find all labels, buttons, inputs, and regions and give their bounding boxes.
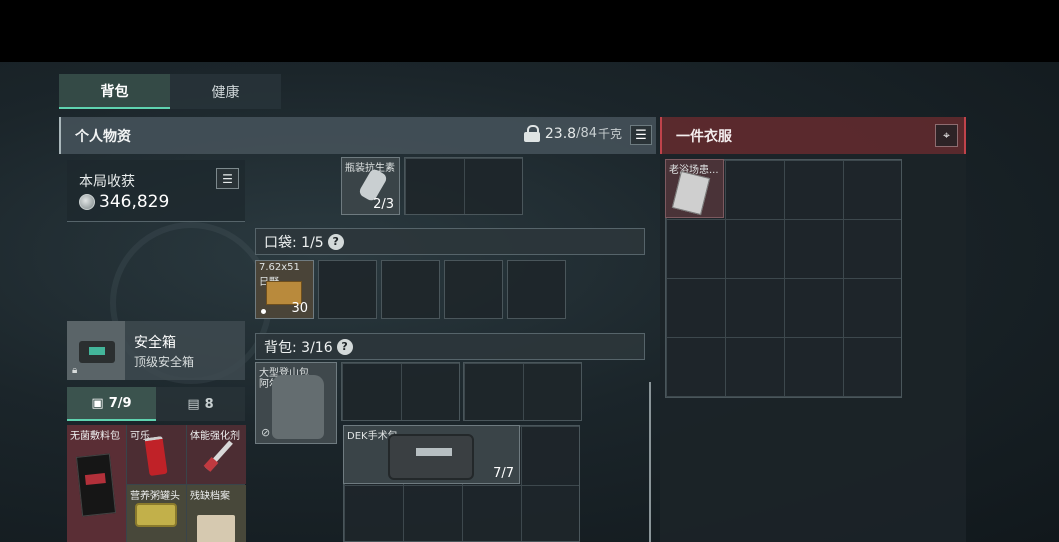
backpack-slots [463,362,582,421]
tab-safe-medkit[interactable]: ▣ 7/9 [67,387,156,421]
currency-coin-icon [79,194,95,210]
safe-tab-count: 7/9 [108,395,132,411]
pocket-ammo-item[interactable]: 7.62x51 日野 30 [255,260,314,319]
safe-box[interactable]: 🔒︎ 安全箱 顶级安全箱 [67,321,245,380]
surgical-kit-item[interactable]: DEK手术包 7/7 [343,425,520,484]
dressing-pack-icon [75,453,117,517]
folder-icon [197,515,235,542]
pocket-slot[interactable] [381,260,440,319]
safe-item-damaged-file[interactable]: 残缺档案 [187,485,246,542]
backpack-label: 背包: 3/16 [264,339,333,356]
item-label: 无菌敷料包 [70,431,120,442]
backpack-slots [341,362,460,421]
clothing-item-icon [671,170,711,216]
location-pin-icon: ⌖ [943,128,950,142]
item-label: 营养粥罐头 [130,491,180,502]
clothing-header: 一件衣服 ⌖ [660,117,966,154]
weight-lock-icon [523,125,540,142]
weight-max: /84 [576,126,597,141]
tin-can-icon [135,503,177,527]
backpack-section-header: 背包: 3/16 ? [255,333,645,360]
safe-item-sterile-dressing[interactable]: 无菌敷料包 [67,425,126,542]
safe-lock-icon: 🔒︎ [72,365,78,376]
item-label: 体能强化剂 [190,431,240,442]
tab-health[interactable]: 健康 [170,74,281,109]
no-entry-icon: ⊘ [261,426,271,439]
pocket-slot[interactable] [444,260,503,319]
document-icon: ▤ [187,396,200,412]
inventory-scrollbar[interactable] [649,382,651,542]
empty-slots [404,157,523,215]
item-label: 残缺档案 [190,491,230,502]
pocket-slot[interactable] [318,260,377,319]
weight-indicator: 23.8/84 千克 [523,125,622,142]
haul-value-row: 346,829 [79,192,169,212]
safe-item-cola[interactable]: 可乐 [127,425,186,484]
location-pin-button[interactable]: ⌖ [935,124,958,147]
medkit-icon: ▣ [91,395,104,411]
tab-backpack[interactable]: 背包 [59,74,170,109]
safe-item-stimulant[interactable]: 体能强化剂 [187,425,246,484]
pocket-label: 口袋: 1/5 [264,234,324,251]
safe-box-tier: 顶级安全箱 [134,355,195,369]
safe-box-name: 安全箱 [134,335,176,351]
tab-safe-documents[interactable]: ▤ 8 [156,387,245,421]
item-count: 7/7 [493,466,514,481]
clothing-title: 一件衣服 [676,128,732,145]
cola-can-icon [144,435,168,477]
weight-current: 23.8 [544,125,577,142]
personal-items-header: 个人物资 23.8/84 千克 ☰ [59,117,656,154]
weight-unit: 千克 [597,127,622,141]
surgical-kit-icon [388,434,474,480]
main-tabs: 背包 健康 [59,74,281,109]
clothing-item[interactable]: 老浴场患... [665,159,724,218]
pocket-slot[interactable] [507,260,566,319]
session-haul-panel: 本局收获 346,829 ☰ [67,160,245,222]
item-count: 30 [291,301,308,316]
safe-tabs: ▣ 7/9 ▤ 8 [67,387,245,421]
safe-item-porridge-can[interactable]: 营养粥罐头 [127,485,186,542]
syringe-icon [205,440,233,471]
safe-tab-count: 8 [204,396,214,412]
safe-items-grid: 无菌敷料包 可乐 体能强化剂 营养粥罐头 残缺档案 [67,425,246,542]
antibiotic-item[interactable]: 瓶装抗生素 2/3 [341,157,400,215]
safe-box-image: 🔒︎ [67,321,125,380]
help-icon[interactable]: ? [336,338,353,355]
help-icon[interactable]: ? [327,233,344,250]
marker-dot-icon [261,309,266,314]
safe-case-icon [79,341,115,363]
sort-list-button[interactable]: ☰ [630,125,652,145]
personal-items-title: 个人物资 [75,128,131,145]
haul-value: 346,829 [99,192,170,212]
list-icon: ☰ [635,127,647,143]
equipped-backpack-item[interactable]: 大型登山包 阿尔 ⊘ [255,362,337,444]
haul-details-button[interactable]: ☰ [216,168,239,189]
list-icon: ☰ [222,171,233,186]
pocket-section-header: 口袋: 1/5 ? [255,228,645,255]
haul-label: 本局收获 [79,174,135,190]
item-count: 2/3 [373,197,394,212]
letterbox [0,0,1059,62]
backpack-icon [272,375,324,439]
item-label: 7.62x51 [259,262,300,273]
